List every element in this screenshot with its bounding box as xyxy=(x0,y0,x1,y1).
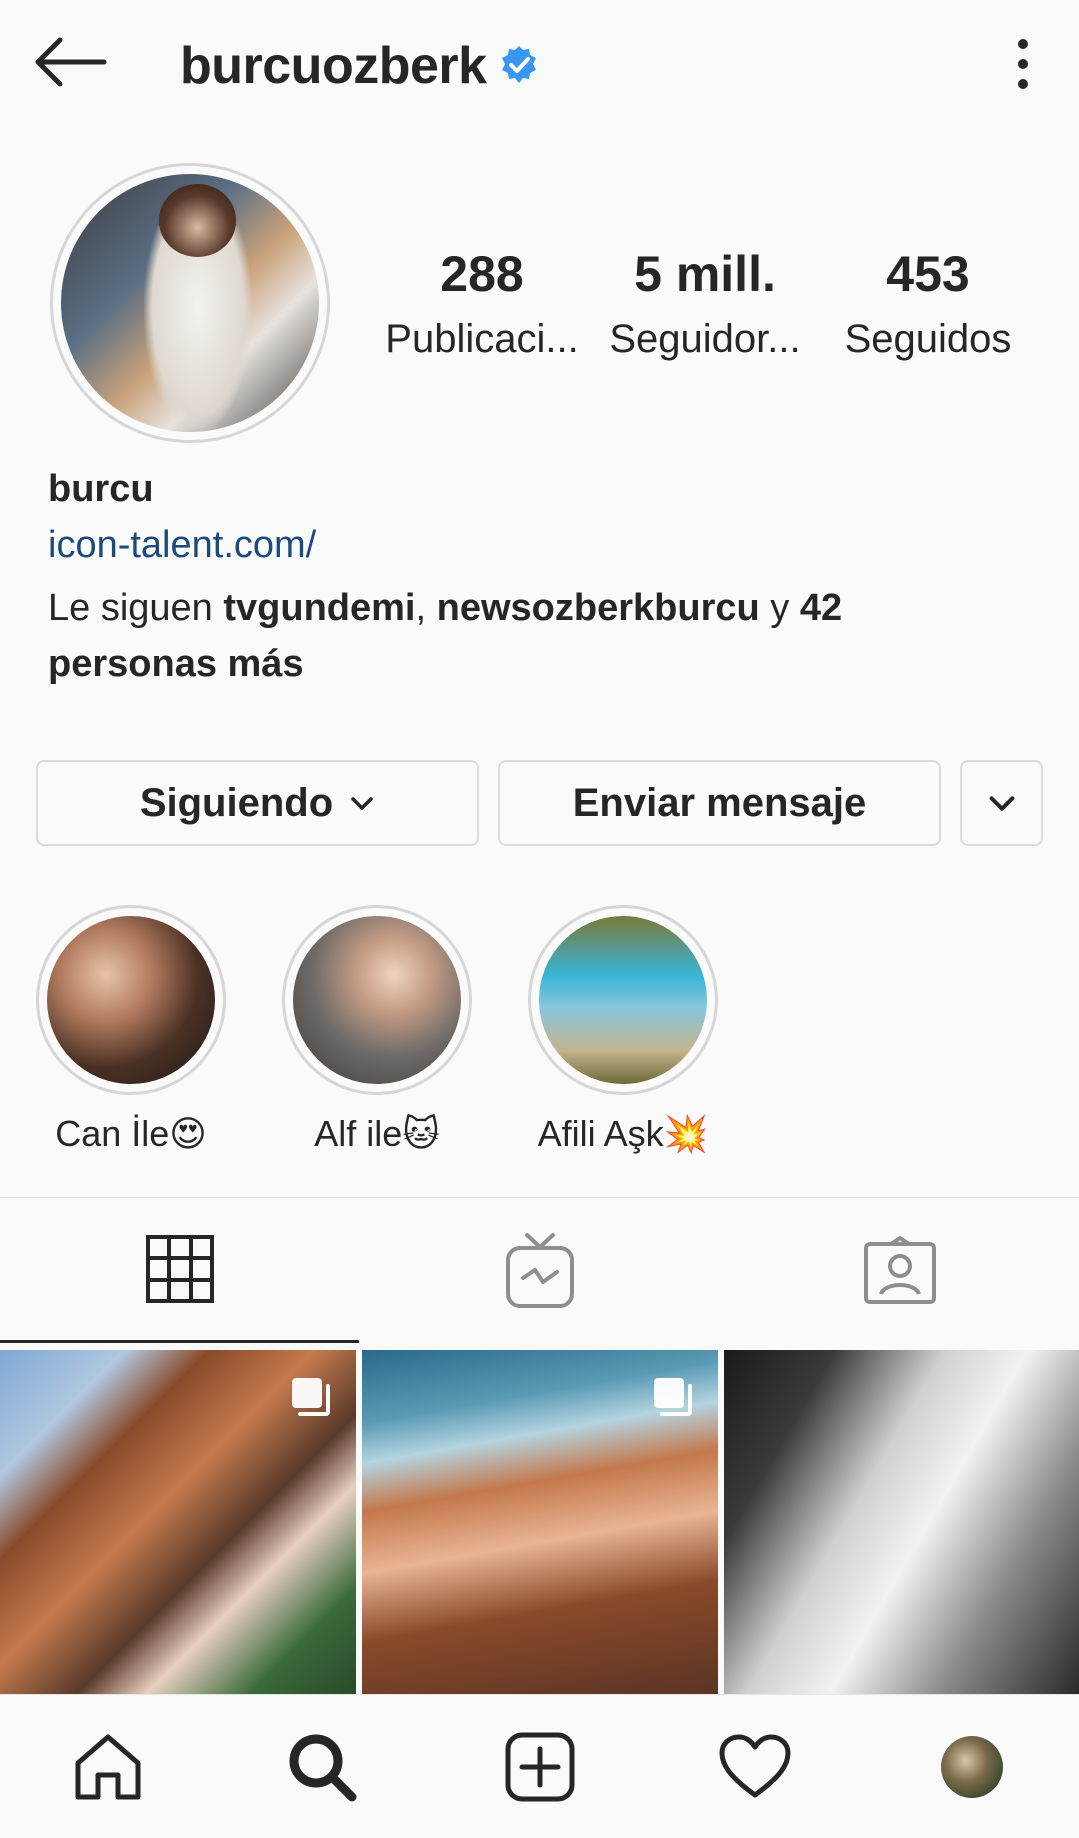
highlight-ring xyxy=(36,905,226,1095)
chevron-down-icon xyxy=(989,796,1014,811)
followed-by-text[interactable]: Le siguen tvgundemi, newsozberkburcu y 4… xyxy=(48,580,948,692)
home-icon xyxy=(75,1734,141,1800)
add-post-icon xyxy=(505,1732,575,1802)
followed-prefix: Le siguen xyxy=(48,587,224,629)
profile-avatar xyxy=(941,1736,1003,1798)
highlight-cover xyxy=(293,916,461,1084)
story-highlight[interactable]: Can İle😍 xyxy=(36,905,226,1155)
highlight-label: Afili Aşk💥 xyxy=(537,1113,709,1154)
following-label: Siguiendo xyxy=(139,780,334,825)
post-thumbnail[interactable] xyxy=(0,1350,356,1694)
followed-user-1: tvgundemi xyxy=(223,587,416,629)
highlight-label: Alf ile🐱 xyxy=(314,1113,440,1154)
following-button[interactable]: Siguiendo xyxy=(36,760,479,846)
posts-label: Publicaci... xyxy=(385,317,579,361)
followers-count: 5 mill. xyxy=(634,246,776,302)
posts-grid xyxy=(0,1350,1079,1694)
story-highlight[interactable]: Afili Aşk💥 xyxy=(528,905,718,1155)
igtv-icon xyxy=(505,1232,574,1308)
nav-search[interactable] xyxy=(282,1727,362,1807)
tagged-icon xyxy=(863,1235,936,1304)
chevron-down-icon xyxy=(351,797,373,810)
more-options-button[interactable] xyxy=(1008,36,1038,92)
stat-followers[interactable]: 5 mill. Seguidor... xyxy=(605,245,805,362)
profile-tabs xyxy=(0,1197,1079,1343)
avatar-image xyxy=(61,174,319,432)
profile-username: burcuozberk xyxy=(180,37,487,95)
nav-activity[interactable] xyxy=(715,1727,795,1807)
send-message-label: Enviar mensaje xyxy=(572,780,867,825)
following-count: 453 xyxy=(886,246,970,302)
more-vertical-icon xyxy=(1018,39,1028,89)
arrow-left-icon xyxy=(35,37,107,87)
bio-name: burcu xyxy=(48,468,154,510)
heart-icon xyxy=(719,1734,791,1798)
following-label: Seguidos xyxy=(844,317,1012,361)
highlight-cover xyxy=(539,916,707,1084)
followed-user-2: newsozberkburcu xyxy=(436,587,760,629)
highlight-cover xyxy=(47,916,215,1084)
nav-profile[interactable] xyxy=(932,1727,1012,1807)
followed-and: y xyxy=(759,587,800,629)
grid-icon xyxy=(145,1235,214,1303)
tab-tagged[interactable] xyxy=(720,1198,1079,1343)
stat-posts[interactable]: 288 Publicaci... xyxy=(382,245,582,362)
tab-igtv[interactable] xyxy=(360,1198,719,1343)
stat-following[interactable]: 453 Seguidos xyxy=(828,245,1028,362)
send-message-button[interactable]: Enviar mensaje xyxy=(498,760,941,846)
highlight-ring xyxy=(282,905,472,1095)
posts-count: 288 xyxy=(440,246,524,302)
multiple-photos-icon xyxy=(292,1378,330,1416)
post-thumbnail[interactable] xyxy=(724,1350,1079,1694)
story-highlight[interactable]: Alf ile🐱 xyxy=(282,905,472,1155)
nav-new-post[interactable] xyxy=(500,1727,580,1807)
nav-home[interactable] xyxy=(68,1727,148,1807)
post-thumbnail[interactable] xyxy=(362,1350,718,1694)
highlight-label: Can İle😍 xyxy=(55,1113,207,1154)
followers-label: Seguidor... xyxy=(609,317,801,361)
profile-avatar[interactable] xyxy=(50,163,330,443)
search-icon xyxy=(289,1734,357,1802)
tab-grid[interactable] xyxy=(0,1198,359,1343)
suggestions-dropdown-button[interactable] xyxy=(960,760,1043,846)
multiple-photos-icon xyxy=(654,1378,692,1416)
profile-header: burcuozberk xyxy=(0,0,1079,130)
verified-badge-icon xyxy=(498,44,540,86)
followed-sep: , xyxy=(415,587,437,629)
back-button[interactable] xyxy=(30,32,110,92)
highlight-ring xyxy=(528,905,718,1095)
bottom-navigation xyxy=(0,1694,1079,1838)
bio-link[interactable]: icon-talent.com/ xyxy=(48,524,316,567)
